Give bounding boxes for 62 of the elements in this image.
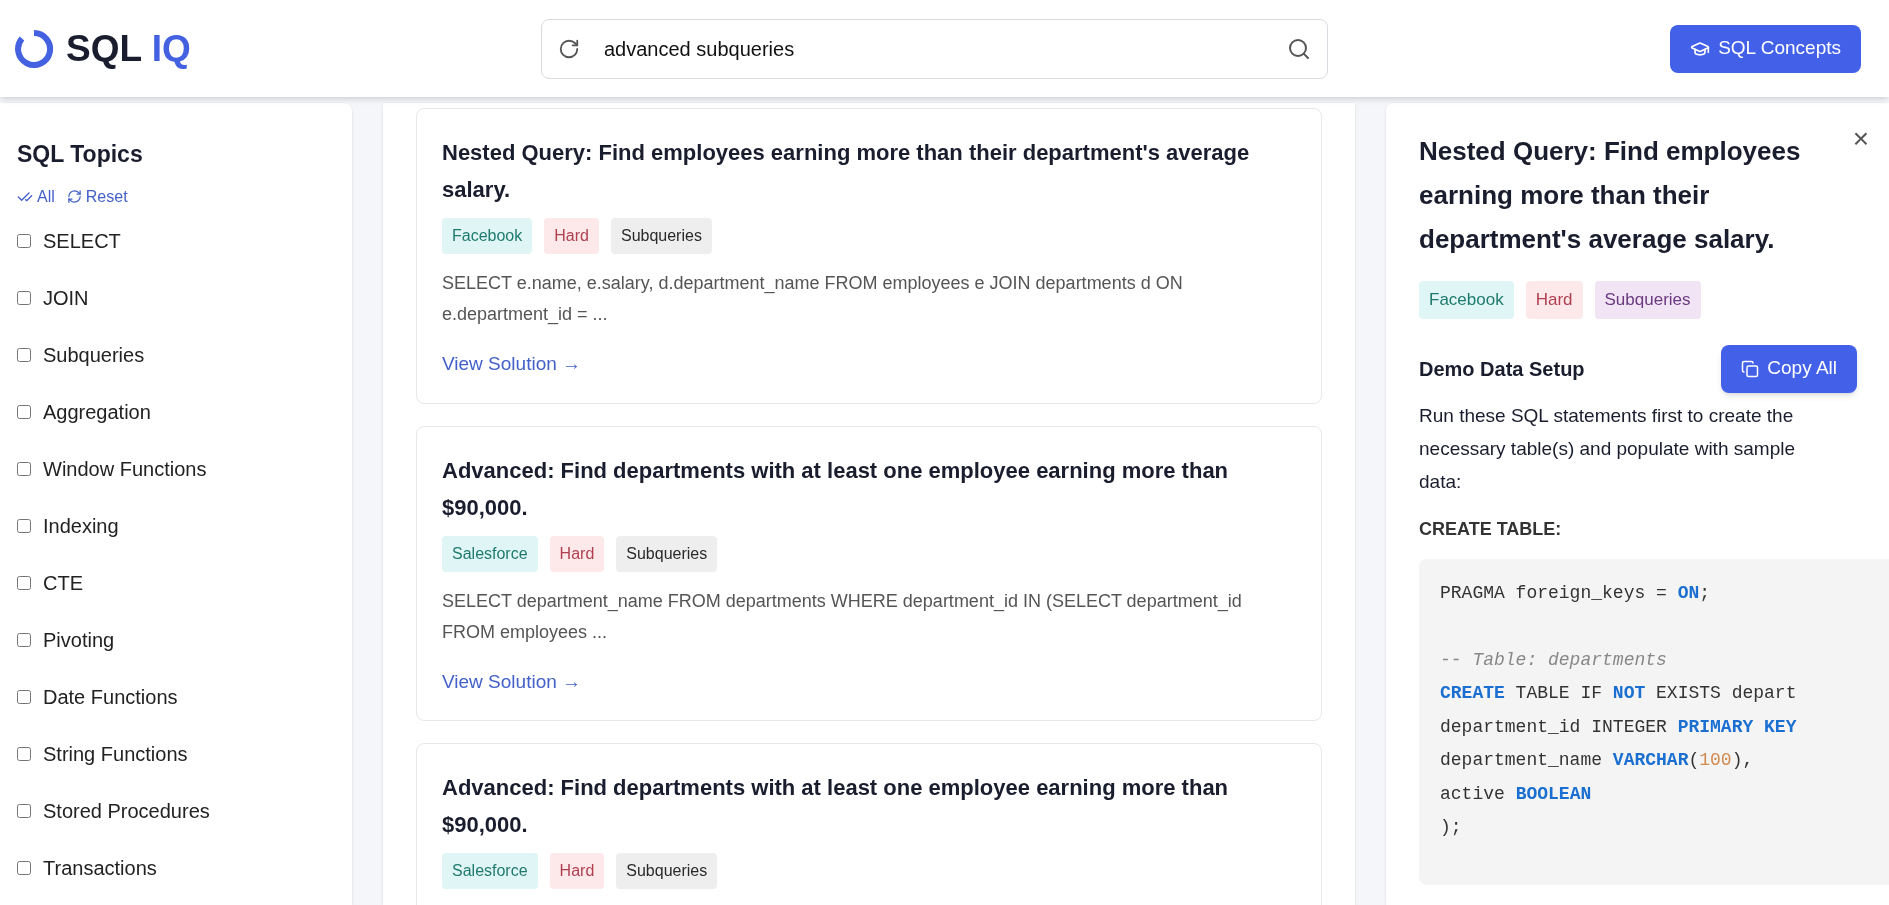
search-field[interactable]: advanced subqueries <box>541 18 1328 79</box>
ring-logo-icon <box>14 28 54 69</box>
detail-title: Nested Query: Find employees earning more than their department's average salary. <box>1419 135 1802 256</box>
topic-label[interactable]: Date Functions <box>43 682 178 712</box>
topic-checkbox[interactable] <box>17 690 31 704</box>
topic-checkbox[interactable] <box>17 348 31 362</box>
setup-description: Run these SQL statements first to create the necessary table(s) and populate with sample data: <box>1419 403 1796 494</box>
copy-icon <box>1741 359 1760 378</box>
topic-label[interactable]: Window Functions <box>43 454 207 484</box>
concepts-button[interactable]: SQL Concepts <box>1670 24 1861 73</box>
tag: Salesforce <box>442 535 538 572</box>
reset-link[interactable]: Reset <box>66 184 128 209</box>
view-solution-link[interactable]: View Solution → <box>442 667 1296 696</box>
topic-label[interactable]: SELECT <box>43 226 121 256</box>
topic-label[interactable]: Pivoting <box>43 625 115 655</box>
topic-label[interactable]: CTE <box>43 568 83 598</box>
topic-label[interactable]: Aggregation <box>43 397 151 427</box>
tag: Hard <box>549 535 605 572</box>
topic-checkbox[interactable] <box>17 804 31 818</box>
tag: Subqueries <box>616 535 718 572</box>
tag: Hard <box>544 218 599 254</box>
topic-checkbox[interactable] <box>17 291 31 305</box>
select-all-link[interactable]: All <box>17 184 55 209</box>
tag: Subqueries <box>1594 281 1701 319</box>
refresh-icon <box>66 189 82 204</box>
topic-checkbox[interactable] <box>17 405 31 419</box>
topic-checkbox[interactable] <box>17 462 31 476</box>
topic-label[interactable]: Stored Procedures <box>43 796 210 826</box>
tag: Subqueries <box>610 218 712 254</box>
copy-all-button[interactable]: Copy All <box>1721 344 1857 393</box>
tag: Facebook <box>1419 281 1514 319</box>
tag: Hard <box>1525 281 1583 319</box>
result-snippet: SELECT e.name, e.salary, d.department_name FROM employees e JOIN departments d ON e.department_id = ... <box>442 272 1184 327</box>
result-title[interactable]: Advanced: Find departments with at least one employee earning more than $90,000. <box>442 769 1296 843</box>
topic-label[interactable]: Indexing <box>43 511 119 541</box>
topic-label[interactable]: JOIN <box>43 283 89 313</box>
tag: Facebook <box>442 218 533 254</box>
topic-checkbox[interactable] <box>17 519 31 533</box>
topic-checkbox[interactable] <box>17 234 31 248</box>
topic-checkbox[interactable] <box>17 747 31 761</box>
refresh-icon <box>558 37 580 60</box>
topic-label[interactable]: Transactions <box>43 853 157 883</box>
logo-text: SQL IQ <box>66 26 191 71</box>
section-title: Demo Data Setup <box>1419 356 1585 382</box>
topic-checkbox[interactable] <box>17 633 31 647</box>
tag: Salesforce <box>442 853 538 889</box>
result-snippet: SELECT department_name FROM departments WHERE department_id IN (SELECT department_id FROM employees ... <box>442 589 1243 644</box>
topic-checkbox[interactable] <box>17 576 31 590</box>
tag: Hard <box>549 853 605 889</box>
search-input[interactable]: advanced subqueries <box>604 33 1263 64</box>
topic-label[interactable]: Subqueries <box>43 340 145 370</box>
result-title[interactable]: Advanced: Find departments with at least one employee earning more than $90,000. <box>442 451 1296 526</box>
view-solution-link[interactable]: View Solution → <box>442 350 1296 379</box>
sidebar-title: SQL Topics <box>17 140 144 169</box>
topic-label[interactable]: String Functions <box>43 739 188 769</box>
tag: Subqueries <box>616 853 718 889</box>
topic-checkbox[interactable] <box>17 861 31 875</box>
result-title[interactable]: Nested Query: Find employees earning more than their department's average salary. <box>442 134 1296 208</box>
code-heading: CREATE TABLE: <box>1419 517 1563 541</box>
close-button[interactable]: × <box>1852 125 1869 155</box>
search-icon[interactable] <box>1287 36 1311 61</box>
code-block: PRAGMA foreign_keys = ON; -- Table: departments CREATE TABLE IF NOT EXISTS depart department_id INTEGER PRIMARY KEY department_name VARCHAR(100), active BOOLEAN ); <box>1419 558 1889 885</box>
